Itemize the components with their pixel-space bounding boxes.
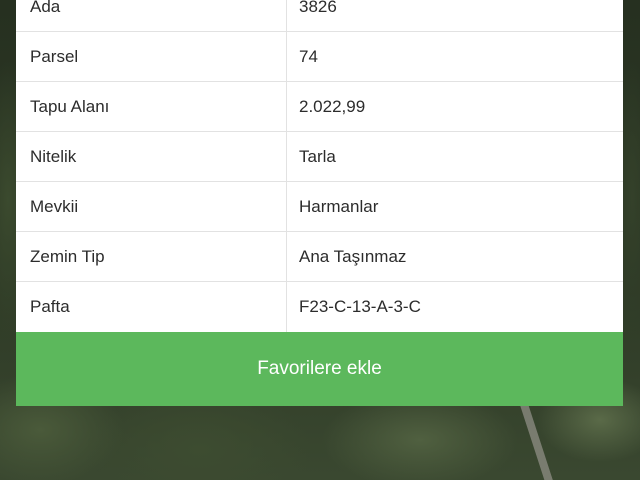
table-row-parsel: Parsel 74 — [16, 32, 623, 82]
parcel-info-table: Ada 3826 Parsel 74 Tapu Alanı 2.022,99 N… — [16, 0, 623, 332]
row-value: Ana Taşınmaz — [299, 246, 407, 266]
row-value: Harmanlar — [299, 196, 379, 216]
table-row-pafta: Pafta F23-C-13-A-3-C — [16, 282, 623, 332]
row-label: Tapu Alanı — [16, 82, 287, 131]
parcel-info-card: Ada 3826 Parsel 74 Tapu Alanı 2.022,99 N… — [16, 0, 623, 406]
add-to-favorites-button[interactable]: Favorilere ekle — [16, 332, 623, 406]
row-label: Zemin Tip — [16, 232, 287, 281]
row-label: Ada — [16, 0, 287, 31]
row-value: F23-C-13-A-3-C — [299, 297, 421, 316]
row-value: 2.022,99 — [299, 96, 366, 116]
table-row-mevkii: Mevkii Harmanlar — [16, 182, 623, 232]
row-label: Parsel — [16, 32, 287, 81]
row-value: 3826 — [299, 0, 337, 16]
row-value: 74 — [299, 46, 318, 66]
table-row-tapu-alani: Tapu Alanı 2.022,99 — [16, 82, 623, 132]
table-row-ada: Ada 3826 — [16, 0, 623, 32]
row-label: Mevkii — [16, 182, 287, 231]
row-label: Nitelik — [16, 132, 287, 181]
table-row-nitelik: Nitelik Tarla — [16, 132, 623, 182]
row-label: Pafta — [16, 282, 287, 332]
row-value: Tarla — [299, 146, 336, 166]
table-row-zemin-tip: Zemin Tip Ana Taşınmaz — [16, 232, 623, 282]
